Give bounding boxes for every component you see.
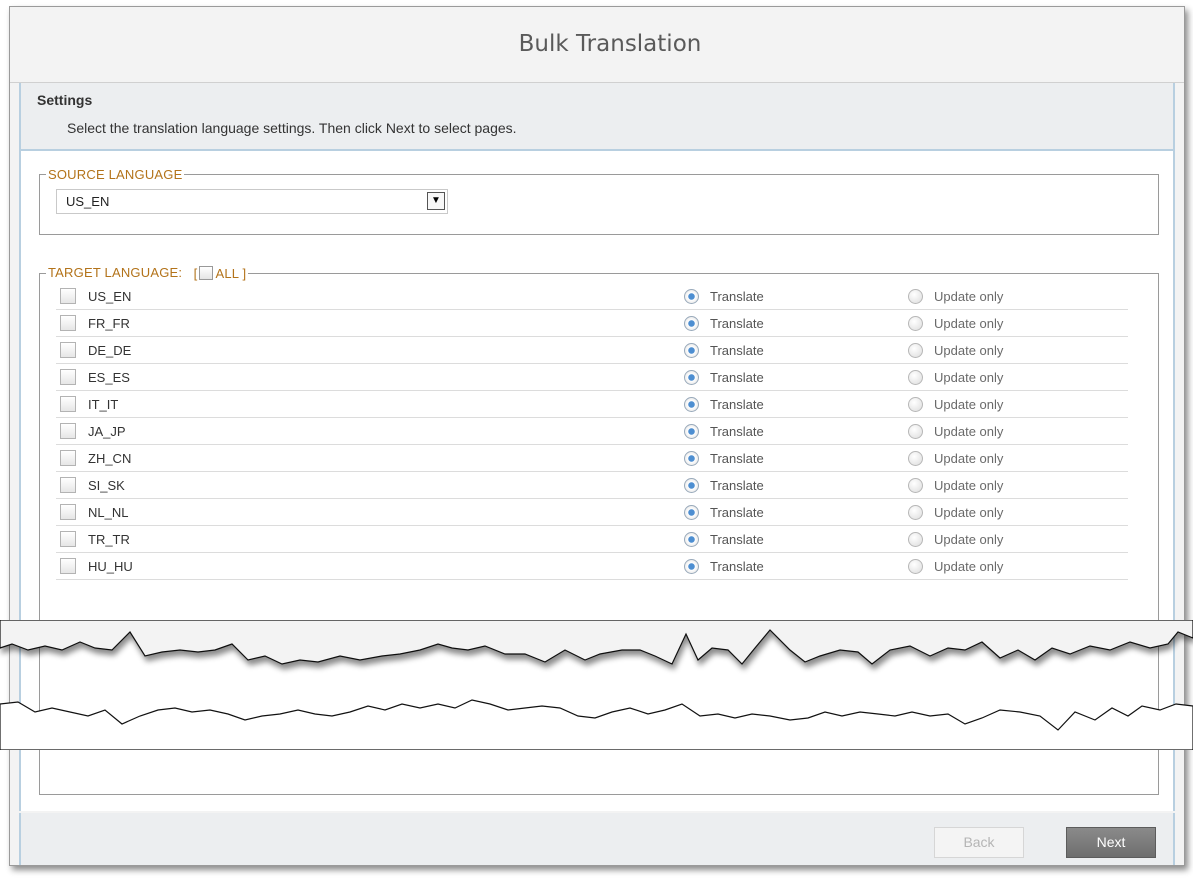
update-only-radio[interactable] <box>908 343 923 359</box>
language-checkbox[interactable] <box>60 477 76 494</box>
translate-radio[interactable] <box>684 451 699 467</box>
update-only-radio[interactable] <box>908 532 923 548</box>
target-language-label: TARGET LANGUAGE: <box>48 265 183 280</box>
update-only-label: Update only <box>934 397 1004 413</box>
language-checkbox[interactable] <box>60 396 76 413</box>
language-checkbox[interactable] <box>60 369 76 386</box>
update-only-radio[interactable] <box>908 397 923 413</box>
update-only-radio[interactable] <box>908 316 923 332</box>
translate-label: Translate <box>710 370 764 386</box>
update-only-radio[interactable] <box>908 289 923 305</box>
update-only-label: Update only <box>934 316 1004 332</box>
language-code: ZH_CN <box>88 451 132 467</box>
language-code: IT_IT <box>88 397 119 413</box>
update-only-radio[interactable] <box>908 451 923 467</box>
update-only-label: Update only <box>934 532 1004 548</box>
update-only-label: Update only <box>934 289 1004 305</box>
settings-description: Select the translation language settings… <box>67 120 517 136</box>
dialog-footer: Back Next <box>19 813 1175 865</box>
language-code: NL_NL <box>88 505 129 521</box>
translate-label: Translate <box>710 316 764 332</box>
dialog-title: Bulk Translation <box>518 31 702 57</box>
translate-label: Translate <box>710 559 764 575</box>
update-only-radio[interactable] <box>908 505 923 521</box>
update-only-label: Update only <box>934 424 1004 440</box>
settings-panel: Settings Select the translation language… <box>19 83 1175 151</box>
update-only-label: Update only <box>934 343 1004 359</box>
source-language-group: SOURCE LANGUAGE US_EN ▼ <box>39 167 1159 235</box>
language-row: JA_JP Translate Update only <box>56 418 1128 446</box>
all-checkbox[interactable] <box>199 266 214 281</box>
update-only-radio[interactable] <box>908 478 923 494</box>
target-language-group: TARGET LANGUAGE: [ ALL ] US_EN Translate Up… <box>39 265 1159 795</box>
language-code: DE_DE <box>88 343 132 359</box>
update-only-radio[interactable] <box>908 370 923 386</box>
translate-label: Translate <box>710 343 764 359</box>
translate-label: Translate <box>710 505 764 521</box>
translate-label: Translate <box>710 424 764 440</box>
update-only-label: Update only <box>934 559 1004 575</box>
settings-title: Settings <box>37 92 93 108</box>
title-bar: Bulk Translation <box>10 7 1184 83</box>
chevron-down-icon[interactable]: ▼ <box>427 192 445 210</box>
translate-label: Translate <box>710 478 764 494</box>
source-language-select[interactable]: US_EN ▼ <box>56 189 448 214</box>
translate-radio[interactable] <box>684 478 699 494</box>
language-row: US_EN Translate Update only <box>56 283 1128 311</box>
all-toggle[interactable]: [ ALL ] <box>186 266 246 281</box>
translate-radio[interactable] <box>684 532 699 548</box>
language-row: ZH_CN Translate Update only <box>56 445 1128 473</box>
translate-radio[interactable] <box>684 289 699 305</box>
translate-radio[interactable] <box>684 316 699 332</box>
translate-label: Translate <box>710 451 764 467</box>
update-only-label: Update only <box>934 478 1004 494</box>
all-label: ALL ] <box>215 266 247 282</box>
translate-radio[interactable] <box>684 505 699 521</box>
translate-label: Translate <box>710 289 764 305</box>
translate-label: Translate <box>710 532 764 548</box>
target-language-legend: TARGET LANGUAGE: [ ALL ] <box>46 265 248 281</box>
language-row: FR_FR Translate Update only <box>56 310 1128 338</box>
back-button[interactable]: Back <box>934 827 1024 858</box>
language-checkbox[interactable] <box>60 531 76 548</box>
language-checkbox[interactable] <box>60 342 76 359</box>
bulk-translation-dialog: Bulk Translation Settings Select the tra… <box>9 6 1185 866</box>
language-checkbox[interactable] <box>60 288 76 305</box>
language-checkbox[interactable] <box>60 450 76 467</box>
language-code: HU_HU <box>88 559 133 575</box>
language-row: DE_DE Translate Update only <box>56 337 1128 365</box>
language-row: TR_TR Translate Update only <box>56 526 1128 554</box>
update-only-label: Update only <box>934 505 1004 521</box>
language-checkbox[interactable] <box>60 504 76 521</box>
source-language-legend: SOURCE LANGUAGE <box>48 167 183 182</box>
language-checkbox[interactable] <box>60 315 76 332</box>
language-checkbox[interactable] <box>60 558 76 575</box>
content-area: SOURCE LANGUAGE US_EN ▼ TARGET LANGUAGE:… <box>19 151 1175 811</box>
language-row: HU_HU Translate Update only <box>56 553 1128 581</box>
language-row: ES_ES Translate Update only <box>56 364 1128 392</box>
language-code: TR_TR <box>88 532 130 548</box>
translate-radio[interactable] <box>684 424 699 440</box>
next-button[interactable]: Next <box>1066 827 1156 858</box>
language-row: SI_SK Translate Update only <box>56 472 1128 500</box>
all-open-bracket: [ <box>193 266 198 282</box>
language-row: NL_NL Translate Update only <box>56 499 1128 527</box>
language-code: US_EN <box>88 289 132 305</box>
translate-label: Translate <box>710 397 764 413</box>
language-row: IT_IT Translate Update only <box>56 391 1128 419</box>
language-code: SI_SK <box>88 478 125 494</box>
update-only-radio[interactable] <box>908 559 923 575</box>
language-checkbox[interactable] <box>60 423 76 440</box>
language-code: ES_ES <box>88 370 130 386</box>
translate-radio[interactable] <box>684 343 699 359</box>
update-only-label: Update only <box>934 451 1004 467</box>
translate-radio[interactable] <box>684 370 699 386</box>
language-code: JA_JP <box>88 424 126 440</box>
update-only-radio[interactable] <box>908 424 923 440</box>
translate-radio[interactable] <box>684 397 699 413</box>
language-code: FR_FR <box>88 316 130 332</box>
update-only-label: Update only <box>934 370 1004 386</box>
source-language-value: US_EN <box>66 194 110 209</box>
translate-radio[interactable] <box>684 559 699 575</box>
